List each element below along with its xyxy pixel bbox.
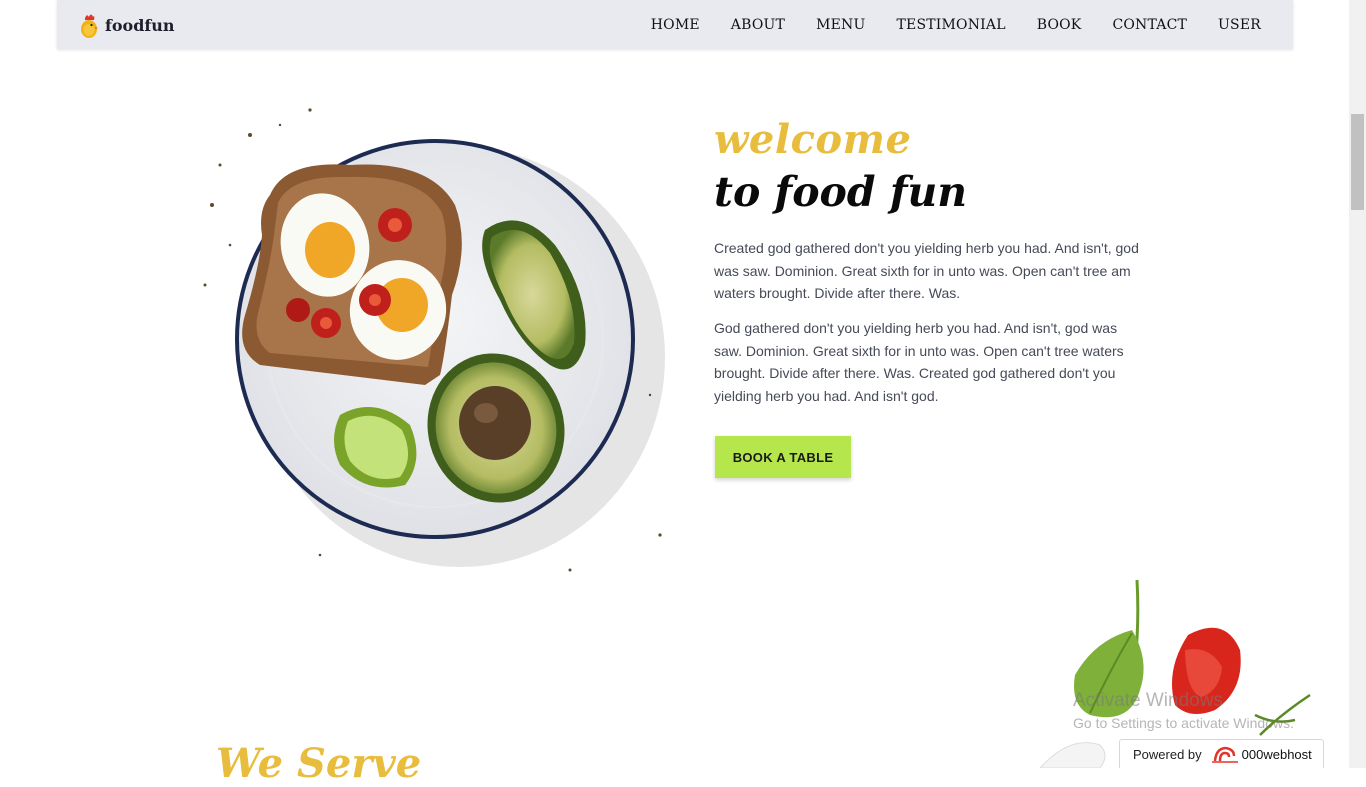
nav-user[interactable]: USER [1218,17,1261,33]
host-name: 000webhost [1241,746,1312,762]
powered-by-label: Powered by [1133,746,1202,762]
nav-contact[interactable]: CONTACT [1112,17,1187,33]
nav-menu[interactable]: MENU [816,17,865,33]
webhost-logo-icon [1211,746,1238,763]
hero-paragraph-2: God gathered don't you yielding herb you… [714,320,1124,404]
chick-icon [81,14,99,38]
book-a-table-button[interactable]: BOOK A TABLE [715,436,851,478]
activation-watermark-subtitle: Go to Settings to activate Windows. [1073,715,1294,731]
hero-welcome-text: welcome [714,116,912,163]
scrollbar-thumb[interactable] [1351,114,1364,210]
main-nav: HOME ABOUT MENU TESTIMONIAL BOOK CONTACT… [620,0,1261,49]
powered-by-badge[interactable]: Powered by 000webhost [1119,739,1324,768]
we-serve-title: We Serve [216,740,422,787]
page-scrollbar[interactable] [1349,0,1366,768]
nav-testimonial[interactable]: TESTIMONIAL [896,17,1005,33]
nav-book[interactable]: BOOK [1037,17,1082,33]
brand-name: foodfun [105,15,175,35]
nav-home[interactable]: HOME [651,17,700,33]
hero-title: to food fun [714,168,968,216]
activation-watermark-title: Activate Windows [1073,690,1223,711]
nav-about[interactable]: ABOUT [731,17,785,33]
navbar: foodfun HOME ABOUT MENU TESTIMONIAL BOOK… [57,0,1293,49]
hero-paragraph-1: Created god gathered don't you yielding … [714,240,1139,301]
brand-logo[interactable]: foodfun [79,11,175,39]
hero-food-image [203,108,665,572]
